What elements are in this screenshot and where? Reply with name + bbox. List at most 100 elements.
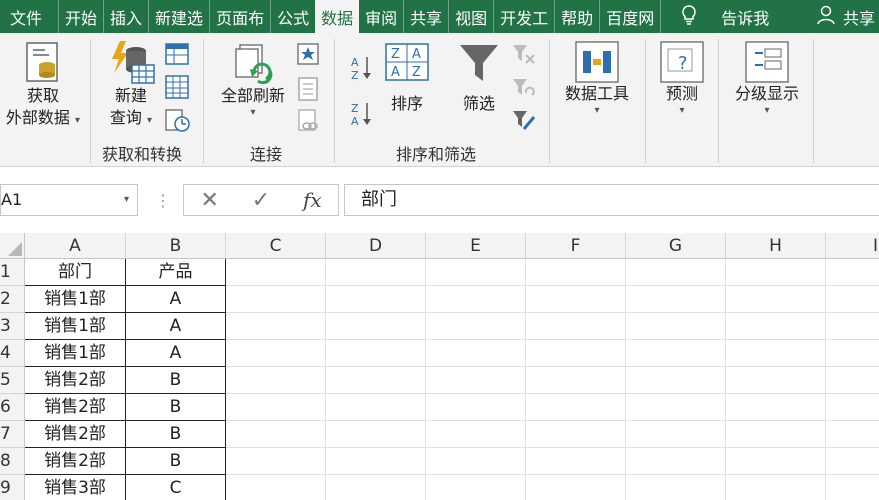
cell-h3[interactable] <box>726 313 826 340</box>
refresh-all-button[interactable]: 全部刷新 ▾ <box>215 41 291 119</box>
cell-d5[interactable] <box>326 367 426 394</box>
cell-a6[interactable]: 销售2部 <box>25 394 126 421</box>
cell-a7[interactable]: 销售2部 <box>25 421 126 448</box>
cell-e2[interactable] <box>426 286 526 313</box>
cell-a9[interactable]: 销售3部 <box>25 475 126 500</box>
cell-g9[interactable] <box>626 475 726 500</box>
worksheet-grid[interactable]: A B C D E F G H I 1 部门 产品 2 销售1部 A 3 销售1部 A 4 销售1部 A 5 销售2部 B 6 销… <box>0 233 879 500</box>
cell-c2[interactable] <box>226 286 326 313</box>
cell-c8[interactable] <box>226 448 326 475</box>
connections-icon[interactable] <box>297 43 319 65</box>
cell-i7[interactable] <box>826 421 879 448</box>
enter-check-icon[interactable]: ✓ <box>235 188 286 213</box>
cell-g3[interactable] <box>626 313 726 340</box>
tab-developer[interactable]: 开发工 <box>493 0 554 33</box>
select-all-corner[interactable] <box>0 233 25 259</box>
cell-i3[interactable] <box>826 313 879 340</box>
tab-review[interactable]: 审阅 <box>359 0 403 33</box>
reapply-filter-icon[interactable] <box>512 77 536 99</box>
cell-a3[interactable]: 销售1部 <box>25 313 126 340</box>
cell-c7[interactable] <box>226 421 326 448</box>
column-header-i[interactable]: I <box>826 233 879 259</box>
cell-e5[interactable] <box>426 367 526 394</box>
tell-me-search[interactable]: 告诉我 <box>660 0 775 33</box>
tab-home[interactable]: 开始 <box>58 0 103 33</box>
cell-i5[interactable] <box>826 367 879 394</box>
cell-d6[interactable] <box>326 394 426 421</box>
cell-e1[interactable] <box>426 259 526 286</box>
cell-e6[interactable] <box>426 394 526 421</box>
cell-b5[interactable]: B <box>126 367 226 394</box>
cell-a8[interactable]: 销售2部 <box>25 448 126 475</box>
tab-data[interactable]: 数据 <box>315 0 360 33</box>
cell-d2[interactable] <box>326 286 426 313</box>
row-header-7[interactable]: 7 <box>0 421 25 448</box>
tab-formulas[interactable]: 公式 <box>270 0 315 33</box>
row-header-8[interactable]: 8 <box>0 448 25 475</box>
sort-button[interactable]: Z A A Z 排序 <box>380 43 434 115</box>
row-header-1[interactable]: 1 <box>0 259 25 286</box>
cell-i6[interactable] <box>826 394 879 421</box>
cancel-icon[interactable]: ✕ <box>184 188 235 213</box>
cell-a4[interactable]: 销售1部 <box>25 340 126 367</box>
clear-filter-icon[interactable] <box>512 43 536 65</box>
data-tools-button[interactable]: 数据工具 ▾ <box>558 41 636 117</box>
cell-h7[interactable] <box>726 421 826 448</box>
cell-f6[interactable] <box>526 394 626 421</box>
recent-sources-icon[interactable] <box>165 109 191 133</box>
cell-b8[interactable]: B <box>126 448 226 475</box>
cell-d7[interactable] <box>326 421 426 448</box>
tab-view[interactable]: 视图 <box>448 0 493 33</box>
cell-e4[interactable] <box>426 340 526 367</box>
cell-g4[interactable] <box>626 340 726 367</box>
cell-c3[interactable] <box>226 313 326 340</box>
cell-a5[interactable]: 销售2部 <box>25 367 126 394</box>
column-header-d[interactable]: D <box>326 233 426 259</box>
cell-d1[interactable] <box>326 259 426 286</box>
row-header-3[interactable]: 3 <box>0 313 25 340</box>
cell-h2[interactable] <box>726 286 826 313</box>
cell-e7[interactable] <box>426 421 526 448</box>
column-header-g[interactable]: G <box>626 233 726 259</box>
cell-h1[interactable] <box>726 259 826 286</box>
cell-f4[interactable] <box>526 340 626 367</box>
forecast-button[interactable]: ? 预测 ▾ <box>655 41 709 117</box>
from-table-icon[interactable] <box>165 75 189 99</box>
cell-b3[interactable]: A <box>126 313 226 340</box>
column-header-a[interactable]: A <box>25 233 126 259</box>
tab-baidu-netdisk[interactable]: 百度网 <box>599 0 660 33</box>
cell-h9[interactable] <box>726 475 826 500</box>
cell-a2[interactable]: 销售1部 <box>25 286 126 313</box>
new-query-button[interactable]: 新建 查询 ▾ <box>100 39 162 129</box>
column-header-h[interactable]: H <box>726 233 826 259</box>
formula-input[interactable]: 部门 <box>344 184 879 216</box>
cell-c4[interactable] <box>226 340 326 367</box>
cell-h4[interactable] <box>726 340 826 367</box>
cell-i8[interactable] <box>826 448 879 475</box>
cell-g5[interactable] <box>626 367 726 394</box>
column-header-b[interactable]: B <box>126 233 226 259</box>
tab-help[interactable]: 帮助 <box>554 0 599 33</box>
cell-e3[interactable] <box>426 313 526 340</box>
cell-f9[interactable] <box>526 475 626 500</box>
cell-b7[interactable]: B <box>126 421 226 448</box>
row-header-6[interactable]: 6 <box>0 394 25 421</box>
cell-c5[interactable] <box>226 367 326 394</box>
advanced-filter-icon[interactable] <box>512 109 536 133</box>
get-external-data-button[interactable]: 获取 外部数据 ▾ <box>2 41 84 129</box>
cell-f3[interactable] <box>526 313 626 340</box>
cell-f2[interactable] <box>526 286 626 313</box>
name-box[interactable]: A1 ▾ <box>0 184 138 216</box>
insert-function-button[interactable]: fx <box>287 188 338 212</box>
cell-d4[interactable] <box>326 340 426 367</box>
tab-insert[interactable]: 插入 <box>103 0 148 33</box>
cell-i1[interactable] <box>826 259 879 286</box>
cell-d9[interactable] <box>326 475 426 500</box>
cell-f7[interactable] <box>526 421 626 448</box>
cell-e8[interactable] <box>426 448 526 475</box>
cell-g7[interactable] <box>626 421 726 448</box>
cell-b2[interactable]: A <box>126 286 226 313</box>
sort-ascending-icon[interactable]: A Z <box>350 55 374 81</box>
properties-icon[interactable] <box>297 77 319 101</box>
cell-b4[interactable]: A <box>126 340 226 367</box>
